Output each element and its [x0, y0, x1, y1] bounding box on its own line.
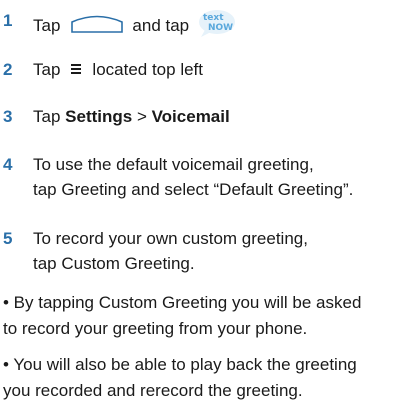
- step-1-tap-text: Tap: [33, 15, 61, 35]
- step-5: 5 To record your own custom greeting, ta…: [0, 226, 308, 276]
- step-2-tap-text: Tap: [33, 60, 61, 79]
- voicemail-label: Voicemail: [151, 107, 230, 126]
- step-text: To use the default voicemail greeting, t…: [33, 152, 353, 202]
- step-4: 4 To use the default voicemail greeting,…: [0, 152, 353, 202]
- step-number: 3: [3, 107, 13, 126]
- step-4-line-1: To use the default voicemail greeting,: [33, 155, 314, 174]
- step-number: 1: [3, 11, 13, 30]
- bullet-1-line-2: to record your greeting from your phone.: [3, 319, 308, 338]
- settings-label: Settings: [65, 107, 133, 126]
- step-text: Tap Settings > Voicemail: [33, 104, 230, 129]
- separator: >: [132, 107, 152, 126]
- step-1-and-tap-text: and tap: [132, 15, 190, 35]
- logo-text-top: text: [203, 13, 224, 23]
- textnow-logo-icon: text NOW: [197, 8, 237, 45]
- step-4-line-2: tap Greeting and select “Default Greetin…: [33, 180, 354, 199]
- bullet-2-line-1: • You will also be able to play back the…: [3, 355, 357, 374]
- step-3-tap-text: Tap: [33, 107, 61, 126]
- step-text: Tap and tap text NOW: [33, 8, 237, 45]
- logo-text-bottom: NOW: [208, 23, 233, 33]
- bullet-note-2: • You will also be able to play back the…: [3, 352, 419, 404]
- step-5-line-2: tap Custom Greeting.: [33, 254, 195, 273]
- step-number: 4: [3, 155, 13, 174]
- bullet-2-line-2: you recorded and rerecord the greeting.: [3, 381, 303, 400]
- step-5-line-1: To record your own custom greeting,: [33, 229, 308, 248]
- bullet-note-1: • By tapping Custom Greeting you will be…: [3, 290, 419, 342]
- step-text: To record your own custom greeting, tap …: [33, 226, 308, 276]
- step-text: Tap located top left: [33, 57, 203, 83]
- step-1: 1 Tap and tap text NOW: [0, 8, 237, 45]
- step-2: 2 Tap located top left: [0, 57, 203, 83]
- step-number: 5: [3, 229, 13, 248]
- step-2-located-text: located top left: [92, 60, 203, 79]
- bullet-1-line-1: • By tapping Custom Greeting you will be…: [3, 293, 362, 312]
- step-number: 2: [3, 60, 13, 79]
- home-button-icon: [70, 13, 124, 40]
- step-3: 3 Tap Settings > Voicemail: [0, 104, 230, 129]
- hamburger-menu-icon: [70, 58, 82, 83]
